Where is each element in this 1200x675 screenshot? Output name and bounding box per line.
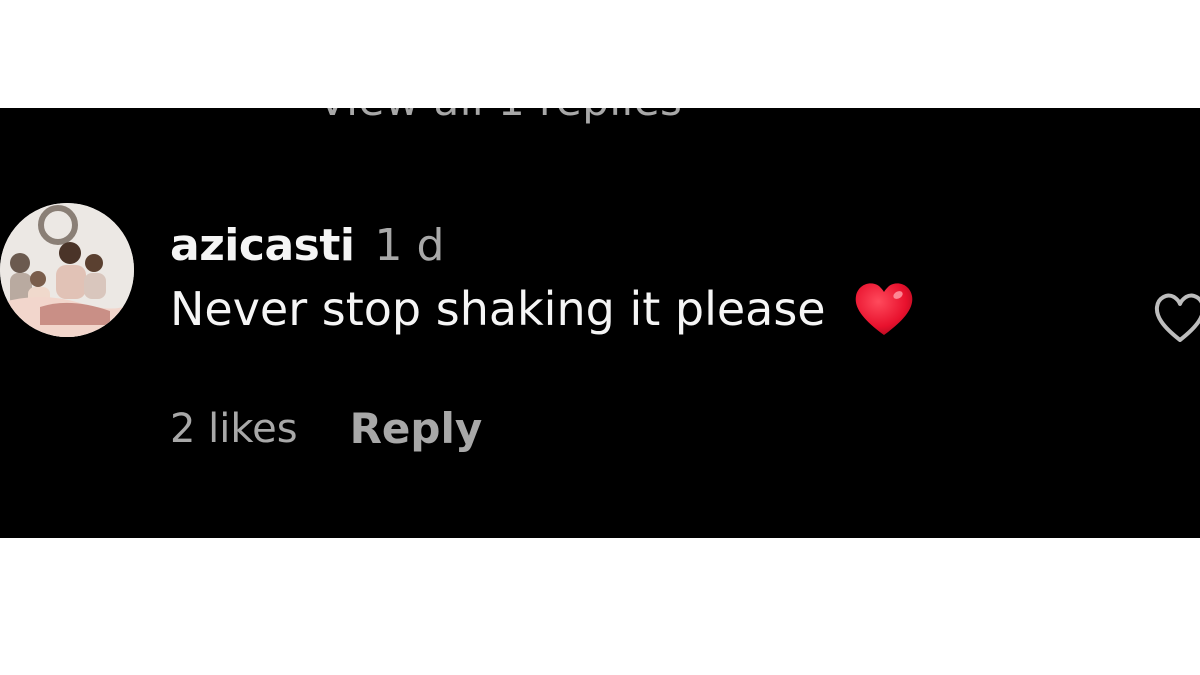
comment-text-line: Never stop shaking it please [170,279,916,339]
comment-body: azicasti 1 d Never stop shaking it pleas… [170,220,916,339]
heart-outline-icon[interactable] [1150,288,1200,348]
comment-text: Never stop shaking it please [170,282,826,336]
comment-header: azicasti 1 d [170,220,916,271]
comment-panel: View all 1 replies azicasti 1 d Never st… [0,108,1200,538]
username-link[interactable]: azicasti [170,220,355,271]
avatar[interactable] [0,203,134,337]
likes-count[interactable]: 2 likes [170,406,298,452]
red-heart-emoji-icon [852,279,916,339]
reply-button[interactable]: Reply [350,404,483,453]
avatar-photo [0,203,134,337]
comment-actions: 2 likes Reply [170,404,482,453]
view-replies-link[interactable]: View all 1 replies [318,108,682,125]
comment-timestamp: 1 d [374,220,445,271]
